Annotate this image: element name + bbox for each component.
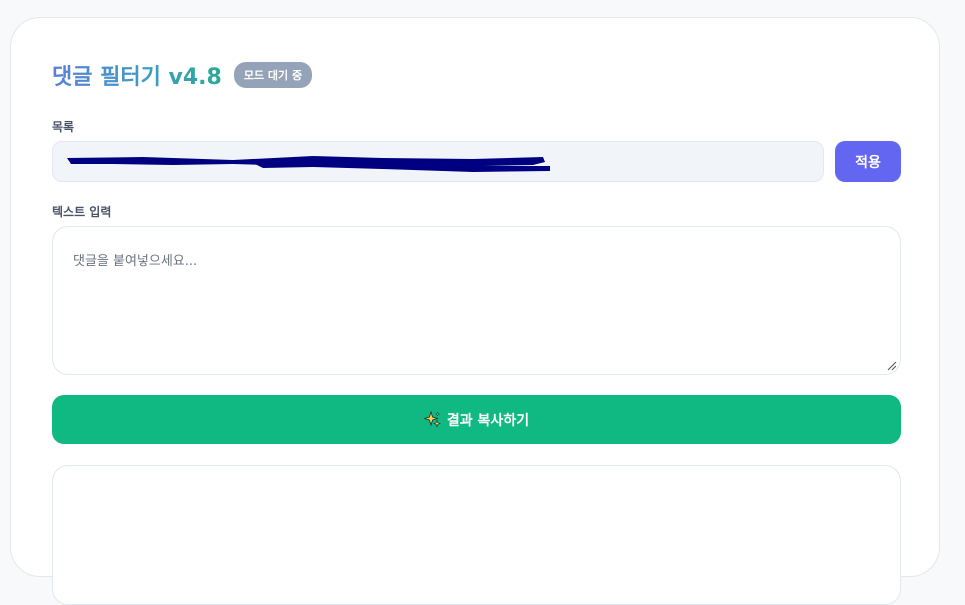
filter-card: 댓글 필터기 v4.8 모드 대기 중 목록 적용 텍스트 입력 댓글을 붙여넣… xyxy=(10,17,940,605)
text-input-label: 텍스트 입력 xyxy=(52,205,112,219)
redaction-mark xyxy=(67,156,550,172)
copy-result-button[interactable]: 결과 복사하기 xyxy=(52,395,901,444)
list-label: 목록 xyxy=(52,120,75,134)
status-badge: 모드 대기 중 xyxy=(233,62,313,88)
sparkles-icon xyxy=(423,411,441,428)
copy-result-label: 결과 복사하기 xyxy=(446,412,530,429)
list-input[interactable] xyxy=(52,141,824,182)
result-output xyxy=(52,465,901,605)
page-title: 댓글 필터기 v4.8 xyxy=(52,59,222,91)
title-row: 댓글 필터기 v4.8 모드 대기 중 xyxy=(52,59,313,91)
resize-grip-icon[interactable] xyxy=(887,361,897,371)
apply-button[interactable]: 적용 xyxy=(835,141,901,182)
comment-textarea[interactable]: 댓글을 붙여넣으세요... xyxy=(52,226,901,375)
textarea-placeholder: 댓글을 붙여넣으세요... xyxy=(73,254,198,269)
